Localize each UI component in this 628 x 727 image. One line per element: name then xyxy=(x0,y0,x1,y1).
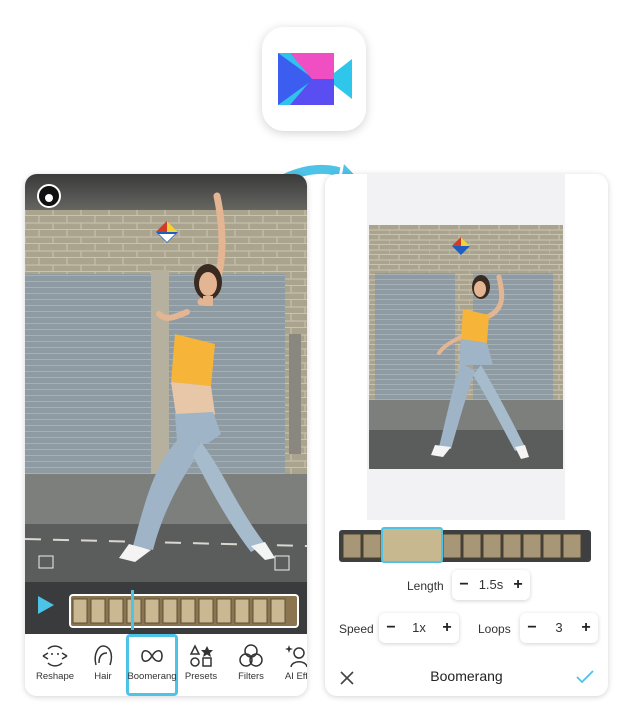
loops-stepper: − 3 + xyxy=(520,613,598,643)
speed-decrease-button[interactable]: − xyxy=(379,613,403,643)
filmstrip-frames xyxy=(72,598,286,624)
ai-effects-icon xyxy=(285,645,307,668)
tool-ai-effects[interactable]: AI Effe xyxy=(273,634,307,696)
speed-label: Speed xyxy=(339,622,374,636)
loops-increase-button[interactable]: + xyxy=(574,613,598,643)
play-icon[interactable] xyxy=(38,596,54,619)
tool-reshape[interactable]: Reshape xyxy=(29,634,81,696)
selection-window[interactable] xyxy=(381,527,443,563)
left-editor-screen: Reshape Hair Boomerang Presets Filters A… xyxy=(25,174,307,696)
length-value: 1.5s xyxy=(478,577,504,592)
photo-preview xyxy=(369,225,563,469)
speed-value: 1x xyxy=(412,620,426,635)
tool-filters[interactable]: Filters xyxy=(225,634,277,696)
hair-icon xyxy=(94,645,113,666)
video-editor-logo-icon xyxy=(278,53,352,105)
filmstrip-frames xyxy=(342,533,582,559)
timeline-filmstrip[interactable] xyxy=(69,594,299,628)
speed-increase-button[interactable]: + xyxy=(435,613,459,643)
photo-preview xyxy=(25,174,307,634)
editor-title: Boomerang xyxy=(430,668,503,684)
length-increase-button[interactable]: + xyxy=(506,570,530,600)
playhead[interactable] xyxy=(131,590,134,630)
tool-hair[interactable]: Hair xyxy=(77,634,129,696)
filters-icon xyxy=(239,644,263,667)
boomerang-editor-screen: Length − 1.5s + Speed − 1x + Loops − 3 +… xyxy=(325,174,608,696)
boomerang-icon xyxy=(141,649,163,663)
checkmark-icon[interactable] xyxy=(575,669,595,690)
tool-boomerang[interactable]: Boomerang xyxy=(126,634,178,696)
frame-strip[interactable] xyxy=(339,530,591,562)
loops-decrease-button[interactable]: − xyxy=(520,613,544,643)
tool-presets[interactable]: Presets xyxy=(175,634,227,696)
loops-value: 3 xyxy=(555,620,563,635)
presets-icon xyxy=(189,644,213,667)
loops-label: Loops xyxy=(478,622,511,636)
tool-label: AI Effe xyxy=(284,671,307,682)
app-icon[interactable] xyxy=(262,27,366,131)
length-label: Length xyxy=(407,579,444,593)
reshape-icon xyxy=(42,645,68,667)
tool-bar: Reshape Hair Boomerang Presets Filters A… xyxy=(25,634,307,696)
length-decrease-button[interactable]: − xyxy=(452,570,476,600)
length-stepper: − 1.5s + xyxy=(452,570,530,600)
speed-stepper: − 1x + xyxy=(379,613,459,643)
photo-scene xyxy=(369,225,563,469)
photo-scene xyxy=(25,174,307,634)
